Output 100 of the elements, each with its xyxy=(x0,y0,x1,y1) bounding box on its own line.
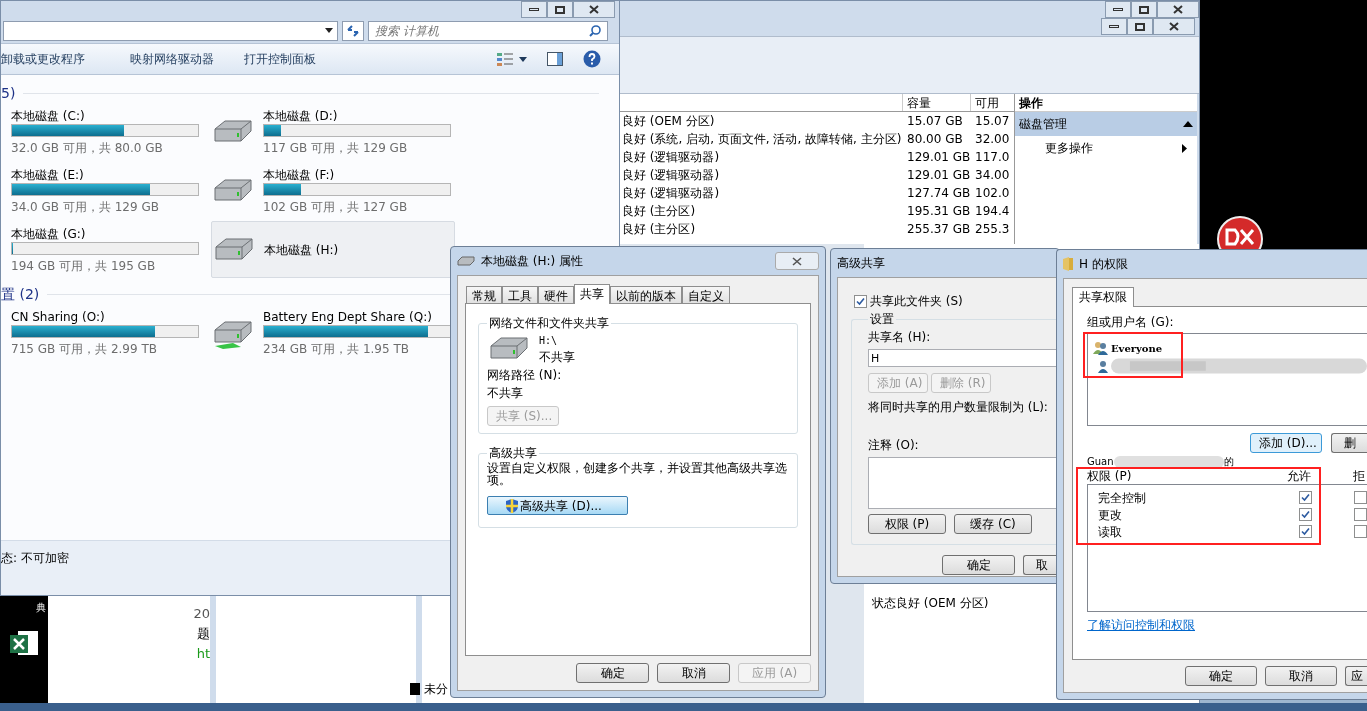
user-name[interactable]: Everyone xyxy=(1111,340,1163,356)
tab[interactable]: 共享 xyxy=(574,284,610,304)
dialog-button[interactable]: 确定 xyxy=(1185,666,1257,686)
dialog-button[interactable]: 缓存 (C) xyxy=(954,514,1032,534)
background-text: 20 xyxy=(193,605,210,623)
field-label: 注释 (O): xyxy=(868,437,920,454)
checkbox[interactable] xyxy=(1299,507,1313,521)
dropdown-icon[interactable] xyxy=(325,28,333,33)
selected-drive-tile[interactable]: 本地磁盘 (H:) xyxy=(211,221,455,278)
group-title: 设置 xyxy=(869,311,895,328)
group-heading[interactable]: 置 (2) xyxy=(1,283,40,305)
search-icon xyxy=(589,24,601,37)
action-item[interactable]: 更多操作 xyxy=(1015,136,1197,160)
drive-space: 117 GB 可用，共 129 GB xyxy=(263,139,409,157)
tab[interactable]: 常规 xyxy=(466,286,502,304)
user-limit-label: 将同时共享的用户数量限制为 (L): xyxy=(868,399,1049,416)
dialog-button[interactable]: 权限 (P) xyxy=(868,514,946,534)
table-cell-text: 117.0 xyxy=(974,149,1011,166)
table-cell-text: 255.37 GB xyxy=(906,221,971,238)
table-cell-text: 129.01 GB xyxy=(906,149,971,166)
minimize-icon[interactable] xyxy=(521,1,547,18)
table-cell-text: 32.00 xyxy=(974,131,1011,148)
actions-section[interactable]: 磁盘管理 xyxy=(1015,112,1197,136)
tab[interactable]: 工具 xyxy=(502,286,538,304)
description: 设置自定义权限，创建多个共享，并设置其他高级共享选项。 xyxy=(487,462,788,486)
column-header[interactable]: 可用 xyxy=(971,94,1011,111)
maximize-icon[interactable] xyxy=(547,1,573,18)
checkbox[interactable] xyxy=(1354,508,1367,521)
tab[interactable]: 硬件 xyxy=(538,286,574,304)
help-link[interactable]: 了解访问控制和权限 xyxy=(1087,616,1195,634)
table-cell-text: 34.00 xyxy=(974,167,1011,184)
close-icon[interactable] xyxy=(775,252,819,270)
window-title: 本地磁盘 (H:) 属性 xyxy=(481,253,585,270)
drive-name: 本地磁盘 (E:) xyxy=(11,166,85,183)
dialog-button[interactable]: 确定 xyxy=(576,663,649,683)
dialog-button[interactable]: 确定 xyxy=(942,555,1015,575)
toolbar-button[interactable]: 映射网络驱动器 xyxy=(115,50,229,68)
section-title: 磁盘管理 xyxy=(1019,116,1067,133)
column-header: 允许 xyxy=(1287,468,1312,485)
window-title: H 的权限 xyxy=(1079,256,1128,273)
drive-space: 102 GB 可用，共 127 GB xyxy=(263,198,409,216)
refresh-icon[interactable] xyxy=(342,20,364,41)
drive-space: 234 GB 可用，共 1.95 TB xyxy=(263,340,410,358)
minimize-icon[interactable] xyxy=(1101,18,1127,35)
dialog-button[interactable]: 删 xyxy=(1331,433,1367,453)
close-icon[interactable] xyxy=(1157,1,1199,18)
drive-icon xyxy=(457,256,475,266)
drive-tile[interactable]: Battery Eng Dept Share (Q:) 234 GB 可用，共 1.95 TB xyxy=(211,304,455,361)
drive-tile[interactable]: CN Sharing (O:) 715 GB 可用，共 2.99 TB xyxy=(11,304,211,361)
checkbox[interactable] xyxy=(1354,491,1367,504)
drive-space: 194 GB 可用，共 195 GB xyxy=(11,257,157,275)
share-name-field[interactable]: H xyxy=(868,349,1059,367)
toolbar-button[interactable]: 打开控制面板 xyxy=(229,50,331,68)
checkbox[interactable] xyxy=(1299,524,1313,538)
tab[interactable]: 共享权限 xyxy=(1072,287,1134,307)
table-cell-text: 良好 (OEM 分区) xyxy=(622,113,716,130)
search-field[interactable]: 搜索 计算机 xyxy=(368,20,608,41)
shield-icon xyxy=(506,498,518,513)
minimize-icon[interactable] xyxy=(1105,1,1131,18)
drive-tile[interactable]: 本地磁盘 (F:) 102 GB 可用，共 127 GB xyxy=(211,162,455,219)
checkbox[interactable] xyxy=(1299,490,1313,504)
drive-space: 715 GB 可用，共 2.99 TB xyxy=(11,340,158,358)
search-input[interactable]: 搜索 计算机 xyxy=(375,21,575,40)
dialog-button[interactable]: 应 xyxy=(1345,666,1367,686)
dialog-button[interactable]: 取消 xyxy=(1265,666,1337,686)
permission-caption: 的 xyxy=(1223,456,1234,467)
checkbox[interactable] xyxy=(1354,525,1367,538)
network-path-value: 不共享 xyxy=(487,385,524,402)
table-cell-text: 15.07 xyxy=(974,113,1011,130)
maximize-icon[interactable] xyxy=(1131,1,1157,18)
help-icon[interactable] xyxy=(583,50,601,68)
network-path-label: 网络路径 (N): xyxy=(487,367,563,384)
tab[interactable]: 以前的版本 xyxy=(610,286,682,304)
dialog-button[interactable]: 取消 xyxy=(657,663,730,683)
folder-icon xyxy=(1063,257,1073,271)
checkbox-label[interactable]: 共享此文件夹 (S) xyxy=(870,292,963,310)
checkbox[interactable] xyxy=(854,294,867,308)
column-header[interactable]: 容量 xyxy=(903,94,971,111)
comment-field[interactable] xyxy=(868,457,1059,509)
volume-status: 状态良好 (OEM 分区) xyxy=(872,595,989,612)
toolbar-button[interactable]: 卸载或更改程序 xyxy=(1,50,115,68)
group-heading[interactable]: 5) xyxy=(1,82,16,104)
drive-name: CN Sharing (O:) xyxy=(11,308,106,325)
drive-tile[interactable]: 本地磁盘 (D:) 117 GB 可用，共 129 GB xyxy=(211,103,455,160)
drive-tile[interactable]: 本地磁盘 (G:) 194 GB 可用，共 195 GB xyxy=(11,221,211,278)
drive-name: 本地磁盘 (H:) xyxy=(264,242,339,258)
close-icon[interactable] xyxy=(1153,18,1195,35)
drive-tile[interactable]: 本地磁盘 (C:) 32.0 GB 可用，共 80.0 GB xyxy=(11,103,211,160)
view-options-icon[interactable] xyxy=(497,52,527,66)
close-icon[interactable] xyxy=(573,1,615,18)
dialog-button[interactable]: 取 xyxy=(1023,555,1059,575)
table-cell-text: 80.00 GB xyxy=(906,131,964,148)
collapse-icon[interactable] xyxy=(1183,121,1193,127)
drive-space: 34.0 GB 可用，共 129 GB xyxy=(11,198,160,216)
advanced-sharing-button[interactable]: 高级共享 (D)... xyxy=(487,496,628,515)
drive-tile[interactable]: 本地磁盘 (E:) 34.0 GB 可用，共 129 GB xyxy=(11,162,211,219)
tab[interactable]: 自定义 xyxy=(682,286,730,304)
maximize-icon[interactable] xyxy=(1127,18,1153,35)
preview-pane-icon[interactable] xyxy=(547,52,563,66)
dialog-button[interactable]: 添加 (D)... xyxy=(1250,433,1322,453)
